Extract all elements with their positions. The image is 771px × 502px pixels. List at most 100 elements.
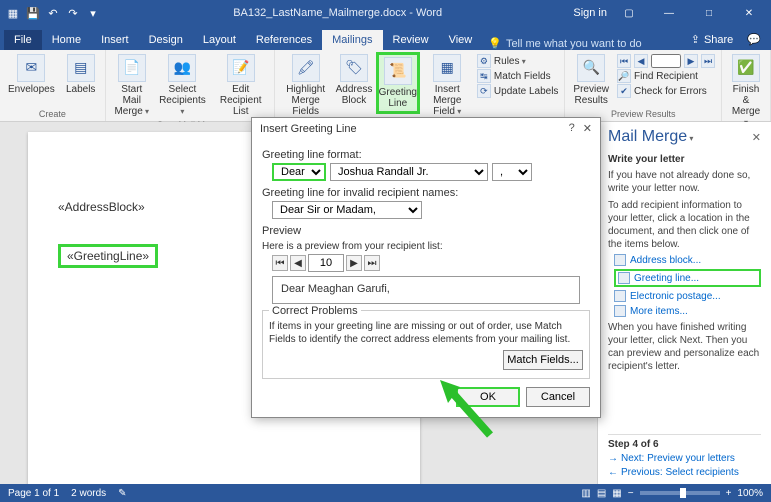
edit-recipients-button[interactable]: 📝EditRecipient List <box>211 52 270 119</box>
field-greeting-line: «GreetingLine» <box>58 244 158 268</box>
tab-references[interactable]: References <box>246 30 322 50</box>
fmt-punct-select[interactable]: , <box>492 163 532 181</box>
preview-box: Dear Meaghan Garufi, <box>272 276 580 304</box>
link-address-block[interactable]: Address block... <box>614 254 761 266</box>
zoom-slider[interactable] <box>640 491 720 495</box>
nav-index-input[interactable] <box>308 254 344 272</box>
dialog-close-icon[interactable]: ✕ <box>583 122 592 135</box>
share-icon: ⇪ <box>691 33 700 46</box>
redo-icon[interactable]: ↷ <box>64 4 82 22</box>
titlebar: ▦ 💾 ↶ ↷ ▾ BA132_LastName_Mailmerge.docx … <box>0 0 771 26</box>
preview-hint: Here is a preview from your recipient li… <box>262 241 590 252</box>
undo-icon[interactable]: ↶ <box>44 4 62 22</box>
ribbon: ✉Envelopes ▤Labels Create 📄Start MailMer… <box>0 50 771 122</box>
tab-file[interactable]: File <box>4 30 42 50</box>
tab-design[interactable]: Design <box>139 30 193 50</box>
qat-customize-icon[interactable]: ▾ <box>84 4 102 22</box>
tab-layout[interactable]: Layout <box>193 30 246 50</box>
step-label: Step 4 of 6 <box>608 434 761 450</box>
nav-first-button[interactable]: ⏮ <box>272 255 288 271</box>
arrow-left-icon: ← <box>608 467 618 478</box>
mail-merge-pane: Mail Merge✕ Write your letter If you hav… <box>597 122 771 484</box>
ok-button[interactable]: OK <box>456 387 520 407</box>
next-step[interactable]: →Next: Preview your letters <box>608 453 761 464</box>
last-icon: ⏭ <box>701 54 715 68</box>
correct-problems-group: Correct Problems If items in your greeti… <box>262 310 590 379</box>
zoom-in-icon[interactable]: + <box>726 488 732 499</box>
save-icon[interactable]: 💾 <box>24 4 42 22</box>
status-page[interactable]: Page 1 of 1 <box>8 488 59 499</box>
group-create: ✉Envelopes ▤Labels Create <box>0 50 106 121</box>
status-proof-icon[interactable]: ✎ <box>118 488 126 499</box>
view-print-icon[interactable]: ▤ <box>597 488 606 499</box>
more-items-icon <box>614 305 626 317</box>
group-preview: 🔍PreviewResults ⏮◀▶⏭ 🔎Find Recipient ✔Ch… <box>565 50 722 121</box>
highlight-fields-button[interactable]: 🖍HighlightMerge Fields <box>279 52 332 119</box>
recipients-icon: 👥 <box>168 54 196 82</box>
signin-link[interactable]: Sign in <box>573 7 607 19</box>
nav-prev-button[interactable]: ◀ <box>290 255 306 271</box>
find-recipient-button[interactable]: 🔎Find Recipient <box>617 69 715 83</box>
match-fields-button[interactable]: ↹Match Fields <box>477 69 559 83</box>
cancel-button[interactable]: Cancel <box>526 387 590 407</box>
app-icon: ▦ <box>4 4 22 22</box>
labels-button[interactable]: ▤Labels <box>61 52 101 97</box>
view-read-icon[interactable]: ▥ <box>581 488 590 499</box>
dialog-help-icon[interactable]: ? <box>569 122 575 135</box>
greeting-line-button[interactable]: 📜GreetingLine <box>376 52 420 114</box>
nav-recipients[interactable]: ⏮◀▶⏭ <box>617 54 715 68</box>
start-merge-button[interactable]: 📄Start MailMerge <box>110 52 154 119</box>
preview-results-button[interactable]: 🔍PreviewResults <box>569 52 613 108</box>
select-recipients-button[interactable]: 👥SelectRecipients <box>156 52 209 119</box>
zoom-out-icon[interactable]: − <box>628 488 634 499</box>
check-errors-button[interactable]: ✔Check for Errors <box>617 84 715 98</box>
match-fields-button-dlg[interactable]: Match Fields... <box>503 350 583 370</box>
postage-icon <box>614 290 626 302</box>
address-block-icon <box>614 254 626 266</box>
nav-last-button[interactable]: ⏭ <box>364 255 380 271</box>
status-words[interactable]: 2 words <box>71 488 106 499</box>
insert-field-button[interactable]: ▦Insert MergeField <box>422 52 473 119</box>
menu-tabs: File Home Insert Design Layout Reference… <box>0 26 771 50</box>
maximize-icon[interactable]: □ <box>691 3 727 23</box>
rules-button[interactable]: ⚙Rules <box>477 54 559 68</box>
tell-me[interactable]: 💡Tell me what you want to do <box>488 37 641 50</box>
greeting-line-icon <box>618 272 630 284</box>
labels-icon: ▤ <box>67 54 95 82</box>
tab-mailings[interactable]: Mailings <box>322 30 382 50</box>
close-icon[interactable]: ✕ <box>731 3 767 23</box>
tab-view[interactable]: View <box>439 30 483 50</box>
check-icon: ✔ <box>617 84 631 98</box>
next-icon: ▶ <box>684 54 698 68</box>
tab-insert[interactable]: Insert <box>91 30 139 50</box>
tab-review[interactable]: Review <box>383 30 439 50</box>
zoom-level[interactable]: 100% <box>737 488 763 499</box>
ribbon-opts-icon[interactable]: ▢ <box>611 3 647 23</box>
view-web-icon[interactable]: ▦ <box>612 488 621 499</box>
greeting-icon: 📜 <box>384 57 412 85</box>
recipient-index[interactable] <box>651 54 681 68</box>
link-electronic-postage[interactable]: Electronic postage... <box>614 290 761 302</box>
share-button[interactable]: ⇪Share <box>683 29 742 50</box>
minimize-icon[interactable]: — <box>651 3 687 23</box>
invalid-select[interactable]: Dear Sir or Madam, <box>272 201 422 219</box>
tab-home[interactable]: Home <box>42 30 91 50</box>
start-merge-icon: 📄 <box>118 54 146 82</box>
address-block-button[interactable]: 🏷AddressBlock <box>334 52 374 108</box>
fmt-salutation-select[interactable]: Dear <box>272 163 326 181</box>
link-more-items[interactable]: More items... <box>614 305 761 317</box>
finish-merge-button[interactable]: ✅Finish &Merge <box>726 52 766 130</box>
fmt-name-select[interactable]: Joshua Randall Jr. <box>330 163 488 181</box>
nav-next-button[interactable]: ▶ <box>346 255 362 271</box>
group-write: 🖍HighlightMerge Fields 🏷AddressBlock 📜Gr… <box>275 50 565 121</box>
envelopes-button[interactable]: ✉Envelopes <box>4 52 59 97</box>
fmt-label: Greeting line format: <box>262 149 590 161</box>
pane-title: Mail Merge✕ <box>608 128 761 146</box>
prev-step[interactable]: ←Previous: Select recipients <box>608 467 761 478</box>
link-greeting-line[interactable]: Greeting line... <box>614 269 761 287</box>
pane-footer: Step 4 of 6 →Next: Preview your letters … <box>608 434 761 478</box>
comments-icon[interactable]: 💬 <box>741 29 767 50</box>
pane-close-icon[interactable]: ✕ <box>752 131 761 144</box>
update-labels-button[interactable]: ⟳Update Labels <box>477 84 559 98</box>
pane-p3: When you have finished writing your lett… <box>608 321 761 373</box>
